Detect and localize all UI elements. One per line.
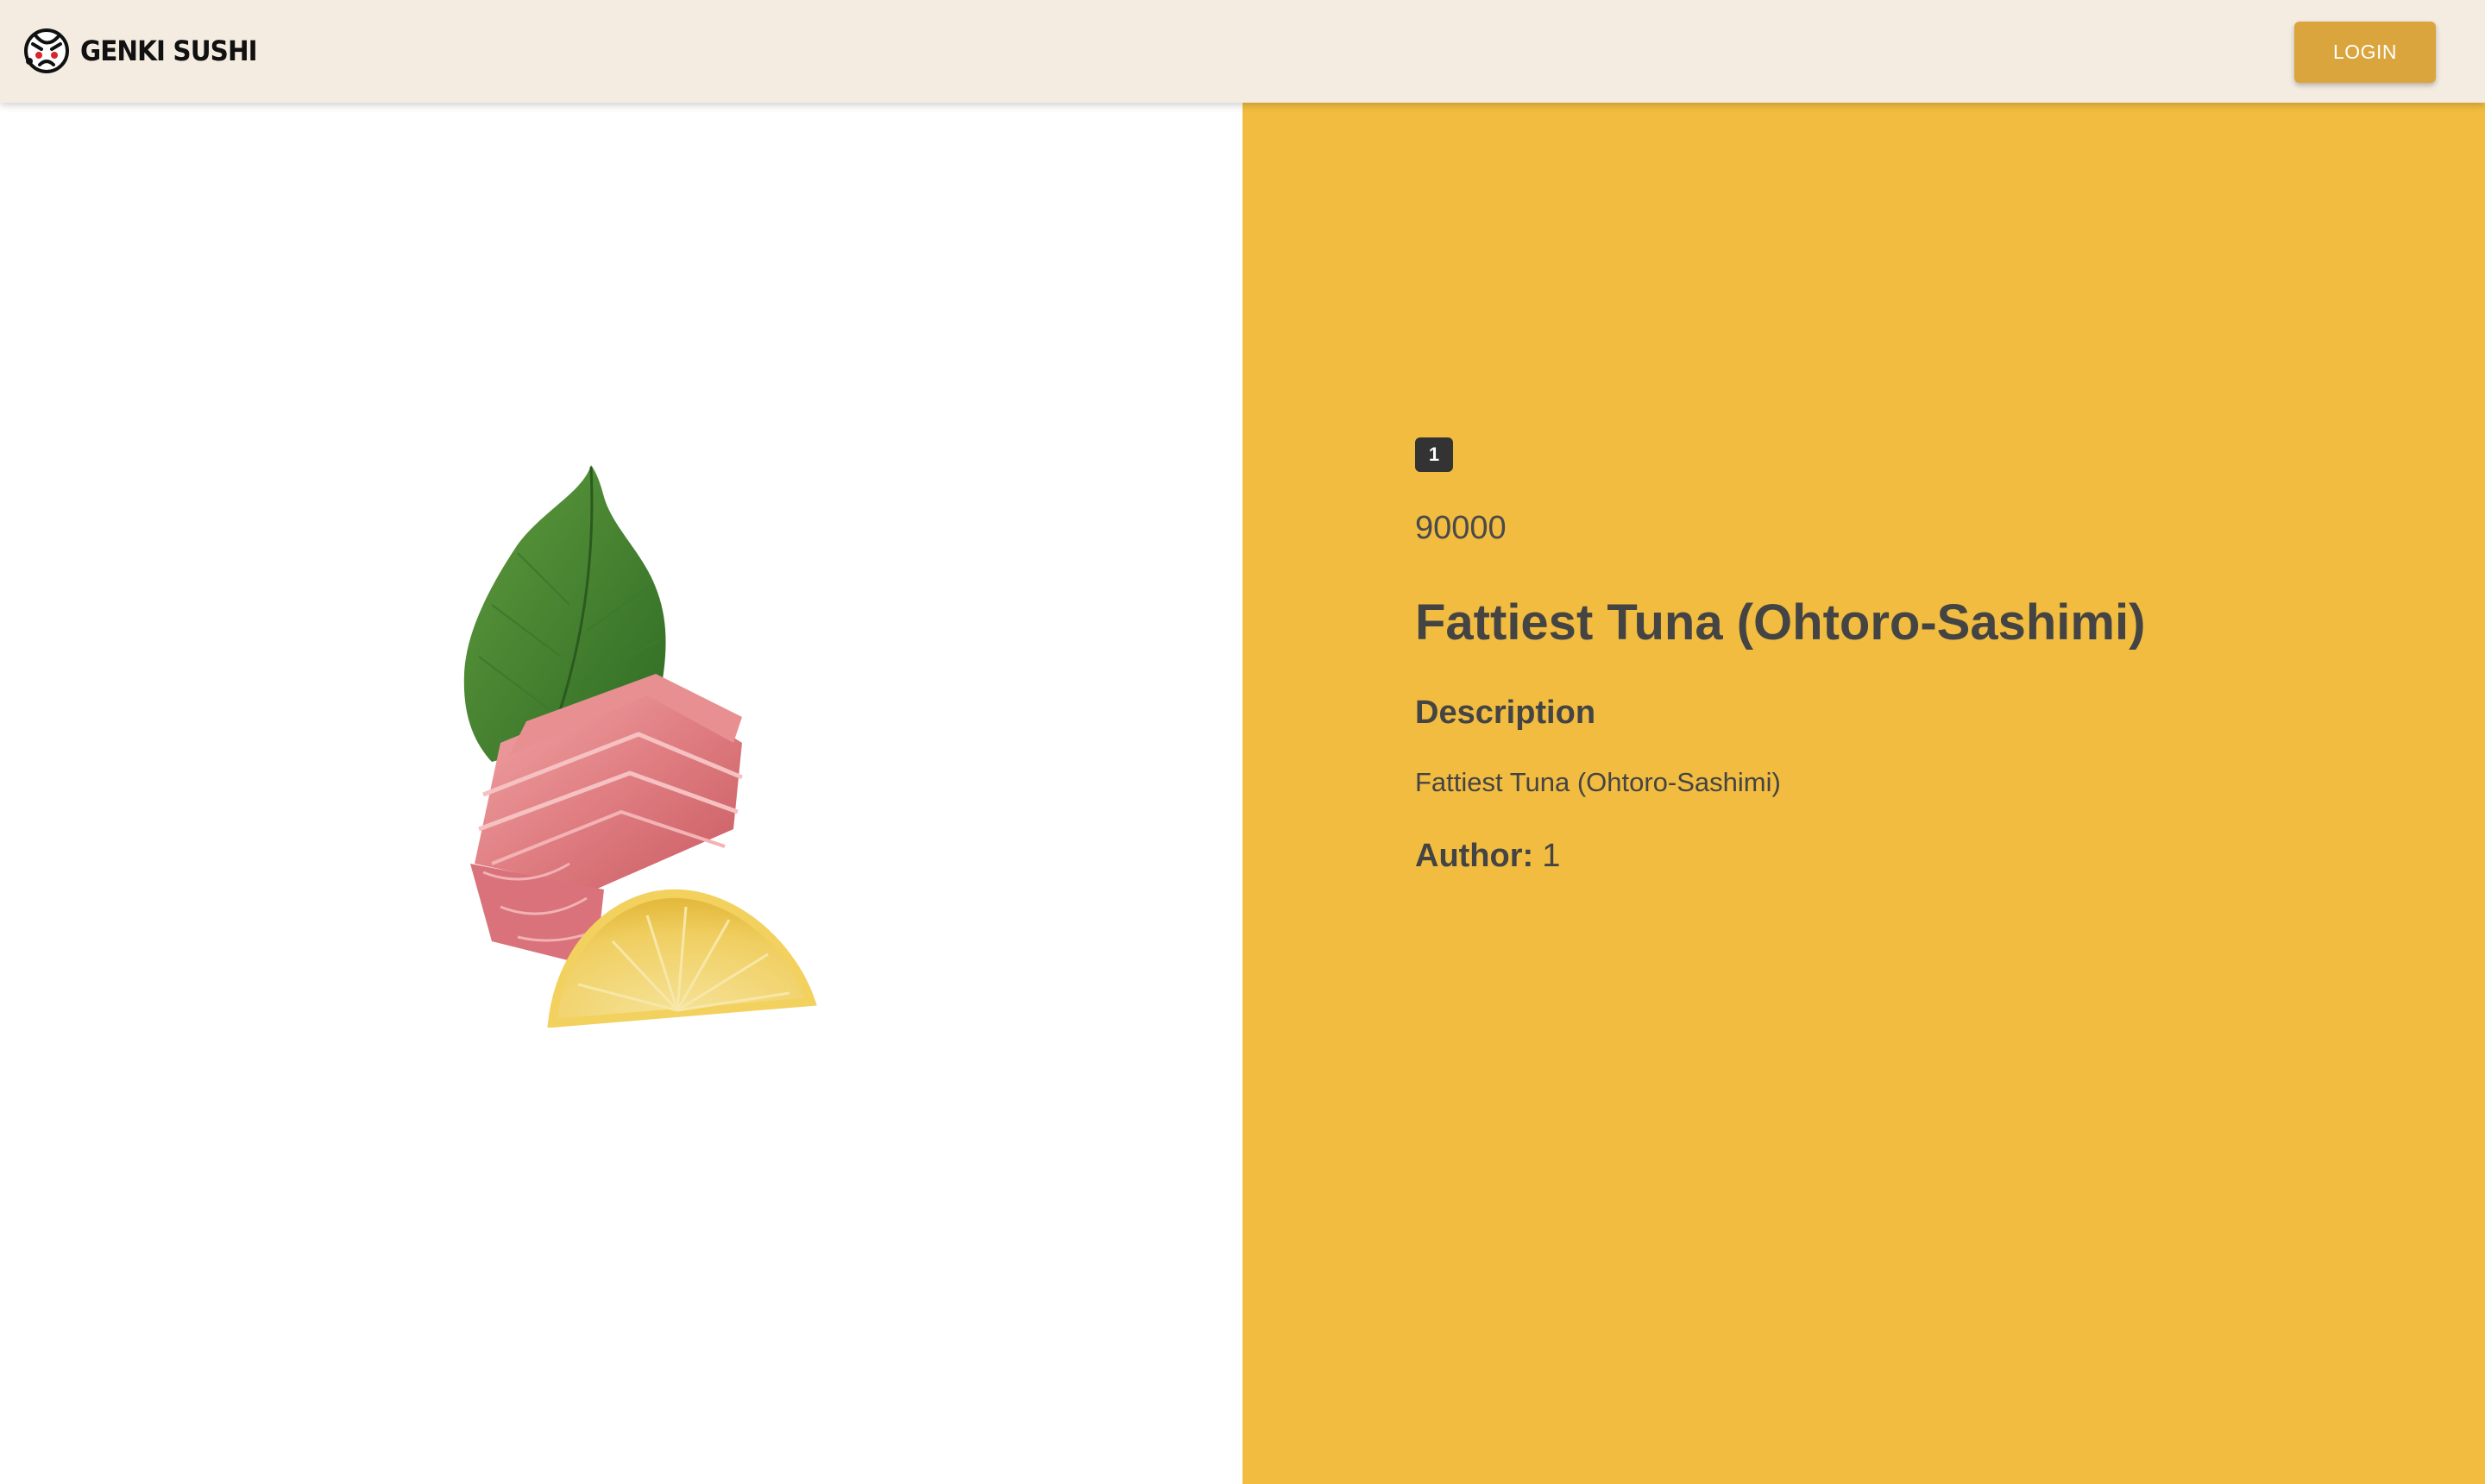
product-id-badge: 1	[1415, 437, 1453, 472]
genki-sushi-logo-icon	[24, 28, 69, 73]
product-price: 90000	[1415, 510, 1507, 546]
product-image-panel	[0, 103, 1242, 1484]
product-info-panel: 1 90000 Fattiest Tuna (Ohtoro-Sashimi) D…	[1242, 103, 2485, 1484]
brand-name: GENKI SUSHI	[80, 35, 258, 67]
product-details: 1 90000 Fattiest Tuna (Ohtoro-Sashimi) D…	[1415, 437, 2364, 876]
author-line: Author: 1	[1415, 836, 2364, 876]
author-value: 1	[1542, 838, 1561, 874]
top-app-bar: GENKI SUSHI LOGIN	[0, 0, 2485, 103]
product-description: Fattiest Tuna (Ohtoro-Sashimi)	[1415, 767, 1781, 797]
description-heading: Description	[1415, 695, 1596, 731]
product-title: Fattiest Tuna (Ohtoro-Sashimi)	[1415, 594, 2146, 651]
brand[interactable]: GENKI SUSHI	[22, 27, 273, 75]
author-label: Author:	[1415, 838, 1534, 874]
login-button[interactable]: LOGIN	[2294, 22, 2436, 83]
ohtoro-sashimi-image	[463, 465, 817, 1028]
